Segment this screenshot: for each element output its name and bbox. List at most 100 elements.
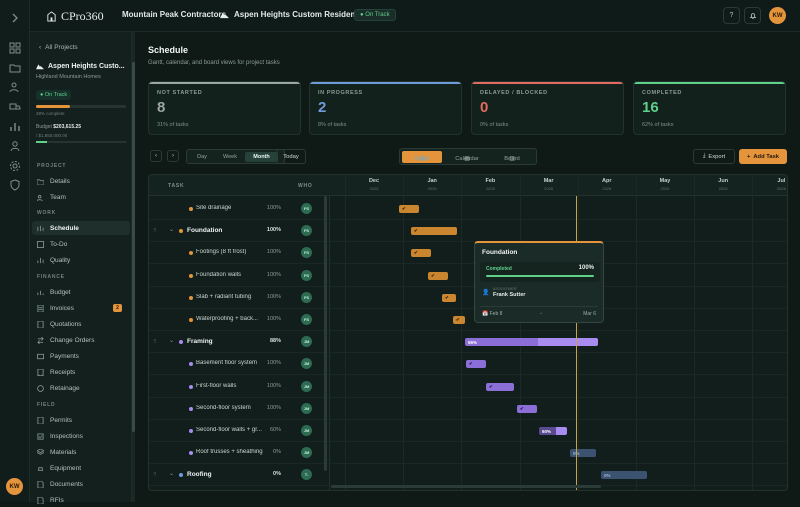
task-percent: 88%	[269, 338, 281, 345]
task-row[interactable]: Site drainage 100% FS ✔	[149, 198, 787, 220]
tooltip-progress-bar	[486, 275, 594, 277]
nav-todo[interactable]: To-Do	[32, 237, 130, 251]
assignee-avatar[interactable]: FS	[301, 269, 312, 281]
nav-invoices[interactable]: Invoices 2	[32, 301, 130, 315]
month-label: Jun	[718, 178, 729, 184]
gantt-bar[interactable]: ✔	[411, 227, 457, 236]
nav-receipts[interactable]: Receipts	[32, 365, 130, 379]
tooltip-status: Completed	[486, 266, 512, 272]
help-button[interactable]: ?	[723, 7, 740, 24]
project-selector[interactable]: Aspen Heights Custom Residence	[220, 10, 364, 19]
truck-icon[interactable]	[8, 100, 22, 114]
timeline-scrollbar[interactable]	[331, 485, 601, 488]
nav-inspections[interactable]: Inspections	[32, 429, 130, 443]
task-group-row[interactable]: ⠿ ⌄ Foundation 100% FS ✔	[149, 220, 787, 243]
nav-materials[interactable]: Materials	[32, 445, 130, 459]
user-menu-avatar[interactable]: KW	[769, 7, 786, 24]
notifications-button[interactable]	[744, 7, 761, 24]
app-logo[interactable]: CPro360	[46, 9, 104, 24]
gantt-bar[interactable]: 55%	[465, 338, 598, 347]
task-row[interactable]: Basement floor system 100% JM ✔	[149, 353, 787, 376]
assignee-avatar[interactable]: JM	[301, 358, 312, 370]
dashboard-icon[interactable]	[8, 41, 22, 55]
all-projects-link[interactable]: ‹ All Projects	[39, 44, 78, 51]
gantt-bar[interactable]: ✔	[442, 293, 456, 302]
assignee-avatar[interactable]: FS	[301, 225, 312, 237]
view-gantt-button[interactable]: ▤ Gantt	[402, 151, 442, 163]
task-row[interactable]: Footings (8 ft frost) 100% FS ✔	[149, 242, 787, 265]
assignee-avatar[interactable]: FS	[301, 203, 312, 214]
gantt-bar[interactable]: ✔	[428, 271, 448, 280]
collapse-chevron-icon[interactable]: ⌄	[169, 226, 174, 233]
nav-permits[interactable]: Permits	[32, 413, 130, 427]
user-avatar[interactable]: KW	[6, 478, 23, 495]
task-group-row[interactable]: ⠿ ⌄ Roofing 0% T- 0%	[149, 464, 787, 487]
period-week-button[interactable]: Week	[216, 152, 244, 162]
assignee-avatar[interactable]: T-	[301, 469, 312, 481]
nav-rfis[interactable]: RFIs	[32, 493, 130, 507]
task-row[interactable]: Waterproofing + back... 100% FS ✔	[149, 309, 787, 331]
gantt-bar[interactable]: ✔	[411, 249, 431, 258]
view-board-button[interactable]: ▥ Board	[492, 151, 532, 163]
assignee-avatar[interactable]: JM	[301, 425, 312, 436]
prev-period-button[interactable]: ‹	[150, 150, 162, 162]
period-day-button[interactable]: Day	[189, 152, 215, 162]
nav-retainage[interactable]: Retainage	[32, 381, 130, 395]
gantt-bar[interactable]: ✔	[399, 205, 419, 213]
gantt-bar[interactable]: ✔	[466, 360, 486, 369]
task-row[interactable]: Roof trusses + sheathing 0% JM 0%	[149, 442, 787, 465]
nav-equipment[interactable]: Equipment	[32, 461, 130, 475]
assignee-avatar[interactable]: JM	[301, 336, 312, 348]
assignee-avatar[interactable]: JM	[301, 402, 312, 414]
nav-documents[interactable]: Documents	[32, 477, 130, 491]
task-percent: 100%	[266, 293, 281, 300]
nav-change-orders[interactable]: Change Orders	[32, 333, 130, 347]
company-name[interactable]: Mountain Peak Contractors	[122, 10, 226, 19]
add-task-button[interactable]: + Add Task	[739, 149, 787, 164]
user-icon[interactable]	[8, 139, 22, 153]
assignee-avatar[interactable]: JM	[301, 447, 312, 459]
task-row[interactable]: Second-floor walls + gr... 60% JM 60%	[149, 420, 787, 442]
next-period-button[interactable]: ›	[167, 150, 179, 162]
assignee-avatar[interactable]: JM	[301, 380, 312, 392]
view-calendar-button[interactable]: ▦ Calendar	[444, 151, 490, 163]
assignee-avatar[interactable]: FS	[301, 247, 312, 259]
task-percent: 100%	[266, 249, 281, 256]
people-icon[interactable]	[8, 80, 22, 94]
today-button[interactable]: Today	[276, 149, 306, 164]
gantt-bar[interactable]: ✔	[453, 316, 465, 324]
task-group-row[interactable]: ⠿ ⌄ Framing 88% JM 55%	[149, 331, 787, 354]
assignee-avatar[interactable]: FS	[301, 314, 312, 325]
nav-budget[interactable]: Budget	[32, 285, 130, 299]
export-button[interactable]: ⤓ Export	[693, 149, 735, 164]
period-month-button[interactable]: Month	[245, 152, 278, 162]
expand-chevron-icon[interactable]	[8, 11, 22, 25]
task-row[interactable]: Slab + radiant tubing 100% FS ✔	[149, 287, 787, 309]
gantt-bar[interactable]: 0%	[601, 471, 647, 480]
task-list-scrollbar[interactable]	[324, 196, 327, 471]
assignee-avatar[interactable]: FS	[301, 291, 312, 303]
gantt-bar[interactable]: ✔	[486, 382, 514, 391]
drag-handle-icon[interactable]: ⠿	[153, 228, 158, 234]
drag-handle-icon[interactable]: ⠿	[153, 339, 158, 345]
settings-icon[interactable]	[8, 159, 22, 173]
nav-quality[interactable]: Quality	[32, 253, 130, 267]
chart-icon[interactable]	[8, 120, 22, 134]
page-subtitle: Gantt, calendar, and board views for pro…	[148, 60, 280, 66]
nav-team[interactable]: Team	[32, 190, 130, 204]
task-row[interactable]: First-floor walls 100% JM ✔	[149, 376, 787, 398]
folder-icon[interactable]	[8, 61, 22, 75]
nav-details[interactable]: Details	[32, 174, 130, 188]
gantt-bar[interactable]: 0%	[570, 449, 596, 458]
gantt-bar[interactable]: 60%	[539, 427, 567, 435]
gantt-bar[interactable]: ✔	[517, 404, 537, 413]
nav-schedule[interactable]: Schedule	[32, 221, 130, 235]
nav-payments[interactable]: Payments	[32, 349, 130, 363]
drag-handle-icon[interactable]: ⠿	[153, 472, 158, 478]
task-row[interactable]: Second-floor system 100% JM ✔	[149, 398, 787, 420]
collapse-chevron-icon[interactable]: ⌄	[169, 337, 174, 344]
nav-quotations[interactable]: Quotations	[32, 317, 130, 331]
task-row[interactable]: Foundation walls 100% FS ✔	[149, 265, 787, 287]
shield-icon[interactable]	[8, 178, 22, 192]
collapse-chevron-icon[interactable]: ⌄	[169, 470, 174, 477]
